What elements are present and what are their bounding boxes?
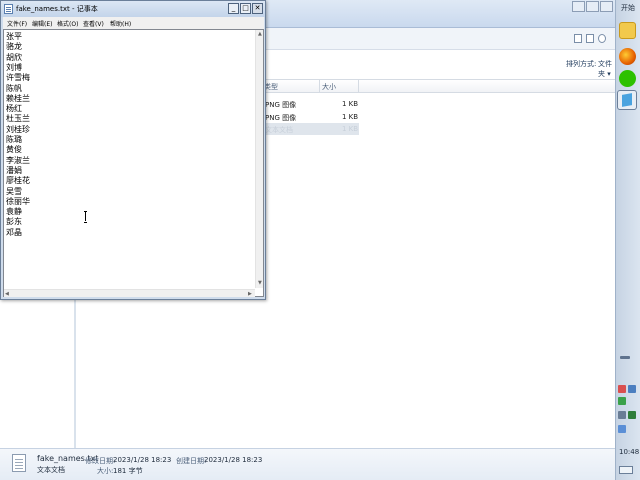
file-row-size: 1 KB [342, 100, 359, 108]
arrange-by-dropdown[interactable]: 文件夹 ▾ [598, 59, 615, 79]
wechat-icon[interactable] [619, 70, 636, 87]
menu-edit[interactable]: 编辑(E) [32, 19, 52, 28]
details-size-value: 181 字节 [113, 467, 143, 475]
file-row-type: PNG 图像 [265, 114, 297, 122]
text-line: 刘桂珍 [6, 124, 30, 134]
menu-file[interactable]: 文件(F) [7, 19, 27, 28]
tray-chevron-icon[interactable] [620, 356, 630, 359]
text-line: 赖桂兰 [6, 93, 30, 103]
text-file-icon [12, 454, 26, 472]
notepad-taskbar-icon[interactable] [617, 90, 637, 110]
start-button[interactable]: 开始 [617, 2, 639, 14]
preview-pane-icon[interactable] [586, 34, 594, 43]
text-line: 杜玉兰 [6, 114, 30, 124]
firefox-icon[interactable] [619, 48, 636, 65]
column-separator[interactable] [319, 79, 320, 93]
text-line: 黄俊 [6, 145, 22, 155]
text-line: 张平 [6, 32, 22, 41]
text-line: 邓晶 [6, 227, 22, 237]
details-modified-value: 2023/1/28 18:23 [113, 456, 172, 464]
notepad-text-area[interactable] [3, 29, 264, 297]
notepad-minimize-button[interactable]: _ [228, 3, 239, 14]
clock[interactable]: 10:48 [619, 448, 639, 456]
explorer-minimize-button[interactable] [572, 1, 585, 12]
explorer-close-button[interactable] [600, 1, 613, 12]
details-size-label: 大小: [97, 467, 114, 475]
column-separator[interactable] [358, 79, 359, 93]
file-row-type: PNG 图像 [265, 101, 297, 109]
scroll-right-arrow-icon[interactable]: ▶ [248, 291, 252, 297]
help-icon[interactable] [598, 34, 606, 43]
horizontal-scrollbar[interactable]: ◀ ▶ [4, 289, 255, 297]
details-created-label: 创建日期: [176, 457, 207, 465]
file-row-size: 1 KB [342, 113, 359, 121]
text-line: 胡欣 [6, 52, 22, 62]
scroll-down-arrow-icon[interactable]: ▼ [258, 280, 262, 286]
vertical-scrollbar[interactable]: ▲ ▼ [255, 30, 263, 288]
file-row-size: 1 KB [342, 125, 359, 133]
text-line: 李淑兰 [6, 155, 30, 165]
column-header-type[interactable]: 类型 [264, 82, 278, 92]
notepad-title: fake_names.txt - 记事本 [16, 5, 98, 13]
scroll-up-arrow-icon[interactable]: ▲ [258, 31, 262, 37]
tray-volume-icon[interactable] [618, 411, 626, 419]
scroll-left-arrow-icon[interactable]: ◀ [5, 291, 9, 297]
text-line: 陈帆 [6, 83, 22, 93]
text-line: 许雪梅 [6, 73, 30, 83]
text-line: 吴雪 [6, 186, 22, 196]
tray-network-icon[interactable] [618, 397, 626, 405]
details-filetype: 文本文档 [37, 466, 65, 474]
text-cursor-icon [84, 211, 87, 223]
notepad-close-button[interactable]: ✕ [252, 3, 263, 14]
text-line: 骆龙 [6, 42, 22, 52]
details-created-value: 2023/1/28 18:23 [204, 456, 263, 464]
text-line: 袁静 [6, 207, 22, 217]
menu-format[interactable]: 格式(O) [57, 19, 78, 28]
tray-antivirus-icon[interactable] [618, 385, 626, 393]
text-line: 陈璐 [6, 135, 22, 144]
view-options-icon[interactable] [574, 34, 582, 43]
column-header-size[interactable]: 大小 [322, 82, 336, 92]
notepad-app-icon[interactable] [4, 4, 13, 14]
text-line: 杨红 [6, 104, 22, 114]
tray-input-icon[interactable] [628, 385, 636, 393]
menu-help[interactable]: 帮助(H) [110, 19, 131, 28]
details-modified-label: 修改日期: [85, 457, 116, 465]
tray-flag-icon[interactable] [618, 425, 626, 433]
text-line: 徐丽华 [6, 196, 30, 206]
text-line: 廖桂花 [6, 176, 30, 186]
text-line: 刘博 [6, 62, 22, 72]
notepad-window: fake_names.txt - 记事本 _ □ ✕ 文件(F) 编辑(E) 格… [0, 0, 266, 300]
arrange-by-label: 排列方式: [566, 60, 597, 68]
show-desktop-icon[interactable] [619, 466, 633, 474]
menu-view[interactable]: 查看(V) [83, 19, 104, 28]
explorer-maximize-button[interactable] [586, 1, 599, 12]
file-row-type: 文本文档 [265, 126, 293, 134]
tray-update-icon[interactable] [628, 411, 636, 419]
text-line: 潘娟 [6, 165, 22, 175]
text-line: 彭东 [6, 217, 22, 227]
notepad-maximize-button[interactable]: □ [240, 3, 251, 14]
folder-icon[interactable] [619, 22, 636, 39]
